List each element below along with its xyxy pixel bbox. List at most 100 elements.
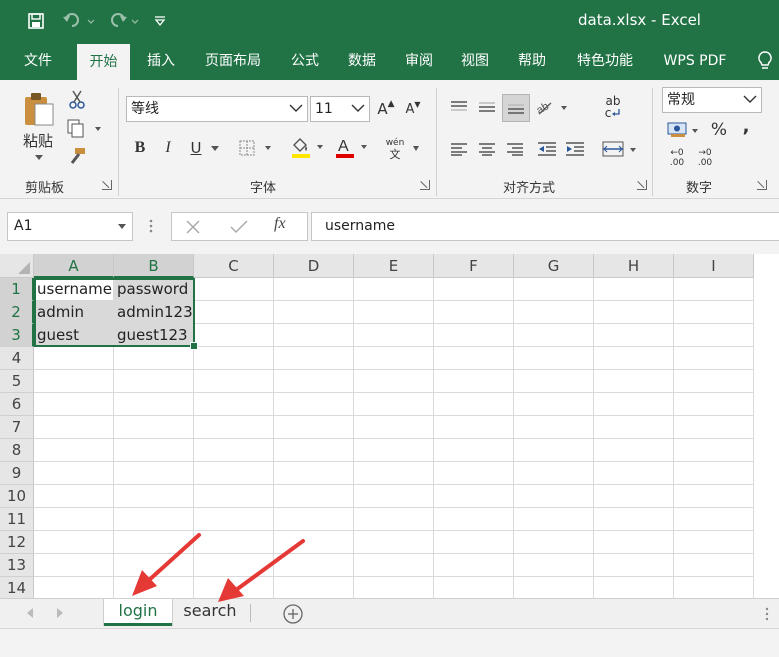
- align-right-icon[interactable]: [502, 136, 528, 162]
- cell-a9[interactable]: [34, 462, 114, 485]
- cell-f1[interactable]: [434, 278, 514, 301]
- cell-b4[interactable]: [114, 347, 194, 370]
- cell-a14[interactable]: [34, 577, 114, 598]
- phonetic-guide-button[interactable]: wén 文: [384, 134, 424, 164]
- cell-b12[interactable]: [114, 531, 194, 554]
- cell-i5[interactable]: [674, 370, 754, 393]
- clipboard-launcher-icon[interactable]: [102, 180, 112, 190]
- comma-style-button[interactable]: ,: [734, 114, 758, 138]
- borders-icon[interactable]: [236, 136, 276, 160]
- cell-a3[interactable]: guest: [34, 324, 114, 347]
- cell-c12[interactable]: [194, 531, 274, 554]
- decrease-decimal-button[interactable]: →0 .00: [692, 146, 718, 170]
- name-box[interactable]: A1: [7, 212, 133, 241]
- cell-i1[interactable]: [674, 278, 754, 301]
- cell-e2[interactable]: [354, 301, 434, 324]
- cell-e12[interactable]: [354, 531, 434, 554]
- cell-a5[interactable]: [34, 370, 114, 393]
- cell-e7[interactable]: [354, 416, 434, 439]
- cell-h13[interactable]: [594, 554, 674, 577]
- cell-a4[interactable]: [34, 347, 114, 370]
- cell-h9[interactable]: [594, 462, 674, 485]
- cell-g8[interactable]: [514, 439, 594, 462]
- bold-button[interactable]: B: [128, 136, 152, 160]
- cell-c4[interactable]: [194, 347, 274, 370]
- increase-indent-icon[interactable]: [562, 136, 588, 162]
- cell-a11[interactable]: [34, 508, 114, 531]
- cell-i10[interactable]: [674, 485, 754, 508]
- accounting-format-icon[interactable]: [664, 118, 704, 142]
- number-launcher-icon[interactable]: [757, 180, 767, 190]
- row-header[interactable]: 1: [0, 278, 34, 301]
- column-header-h[interactable]: H: [594, 254, 674, 278]
- cell-f5[interactable]: [434, 370, 514, 393]
- cell-g2[interactable]: [514, 301, 594, 324]
- formula-input[interactable]: username: [311, 212, 779, 241]
- cell-f2[interactable]: [434, 301, 514, 324]
- cell-c2[interactable]: [194, 301, 274, 324]
- cell-i12[interactable]: [674, 531, 754, 554]
- cell-a7[interactable]: [34, 416, 114, 439]
- cell-f11[interactable]: [434, 508, 514, 531]
- align-bottom-icon[interactable]: [502, 94, 530, 122]
- cell-f8[interactable]: [434, 439, 514, 462]
- cell-d8[interactable]: [274, 439, 354, 462]
- column-header-a[interactable]: A: [34, 254, 114, 278]
- cell-c14[interactable]: [194, 577, 274, 598]
- cell-a2[interactable]: admin: [34, 301, 114, 324]
- cell-f9[interactable]: [434, 462, 514, 485]
- cell-d2[interactable]: [274, 301, 354, 324]
- undo-icon[interactable]: [60, 10, 98, 32]
- cell-g4[interactable]: [514, 347, 594, 370]
- cell-d3[interactable]: [274, 324, 354, 347]
- cell-b11[interactable]: [114, 508, 194, 531]
- cell-b8[interactable]: [114, 439, 194, 462]
- cell-f12[interactable]: [434, 531, 514, 554]
- cell-h8[interactable]: [594, 439, 674, 462]
- row-header[interactable]: 6: [0, 393, 34, 416]
- cell-d11[interactable]: [274, 508, 354, 531]
- column-header-e[interactable]: E: [354, 254, 434, 278]
- select-all-button[interactable]: [0, 254, 34, 278]
- cell-a10[interactable]: [34, 485, 114, 508]
- row-header[interactable]: 13: [0, 554, 34, 577]
- cell-h1[interactable]: [594, 278, 674, 301]
- cell-h3[interactable]: [594, 324, 674, 347]
- tab-page-layout[interactable]: 页面布局: [195, 42, 271, 80]
- cell-d6[interactable]: [274, 393, 354, 416]
- save-icon[interactable]: [24, 10, 48, 32]
- cell-h12[interactable]: [594, 531, 674, 554]
- cell-a1[interactable]: username: [34, 278, 114, 301]
- cell-g3[interactable]: [514, 324, 594, 347]
- cell-h10[interactable]: [594, 485, 674, 508]
- cell-g13[interactable]: [514, 554, 594, 577]
- sheet-tab-login[interactable]: login: [104, 599, 172, 626]
- scroll-right-icon[interactable]: [56, 608, 64, 618]
- row-header[interactable]: 8: [0, 439, 34, 462]
- cell-a12[interactable]: [34, 531, 114, 554]
- cell-g14[interactable]: [514, 577, 594, 598]
- font-color-icon[interactable]: A: [332, 134, 372, 162]
- column-header-g[interactable]: G: [514, 254, 594, 278]
- paste-dropdown-icon[interactable]: [32, 152, 46, 162]
- italic-button[interactable]: I: [156, 136, 180, 160]
- tab-review[interactable]: 审阅: [395, 42, 443, 80]
- cell-i11[interactable]: [674, 508, 754, 531]
- cell-e3[interactable]: [354, 324, 434, 347]
- cell-c1[interactable]: [194, 278, 274, 301]
- tab-home[interactable]: 开始: [77, 44, 130, 80]
- align-middle-icon[interactable]: [474, 94, 500, 120]
- cell-e9[interactable]: [354, 462, 434, 485]
- percent-style-button[interactable]: %: [706, 118, 732, 142]
- cell-e13[interactable]: [354, 554, 434, 577]
- font-launcher-icon[interactable]: [420, 180, 430, 190]
- sheet-tab-search[interactable]: search: [172, 599, 248, 626]
- cell-d1[interactable]: [274, 278, 354, 301]
- cell-f3[interactable]: [434, 324, 514, 347]
- tab-file[interactable]: 文件: [12, 42, 64, 80]
- alignment-launcher-icon[interactable]: [637, 180, 647, 190]
- cell-a13[interactable]: [34, 554, 114, 577]
- tab-insert[interactable]: 插入: [136, 42, 186, 80]
- cell-d4[interactable]: [274, 347, 354, 370]
- cell-b5[interactable]: [114, 370, 194, 393]
